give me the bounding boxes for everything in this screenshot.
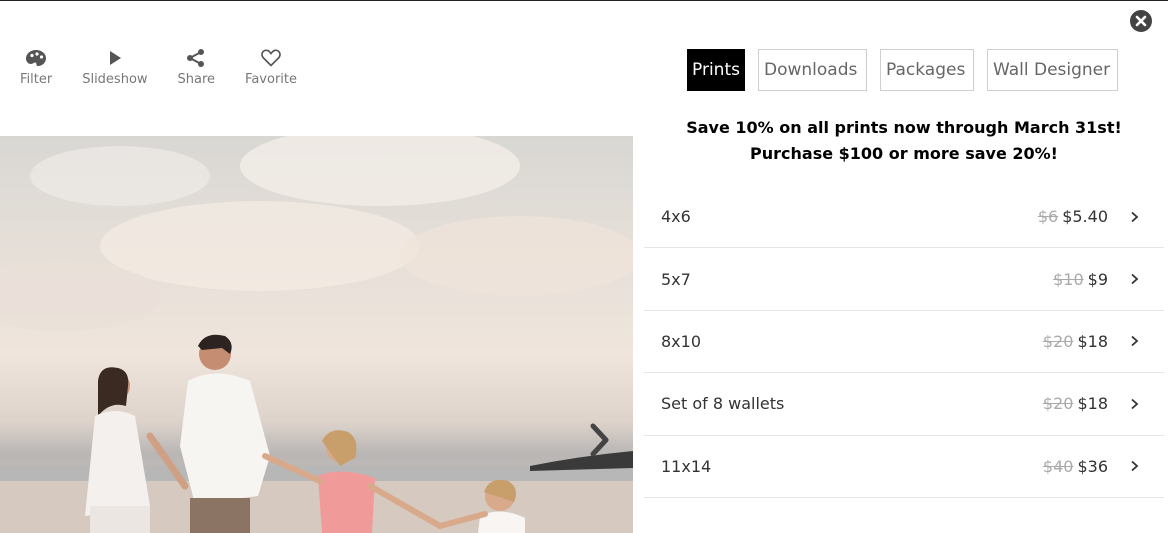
product-row-5x7[interactable]: 5x7 $10 $9 bbox=[644, 248, 1164, 311]
heart-icon bbox=[261, 48, 281, 68]
chevron-right-icon bbox=[1130, 335, 1142, 347]
favorite-label: Favorite bbox=[245, 72, 297, 87]
close-icon bbox=[1130, 10, 1152, 32]
filter-label: Filter bbox=[20, 72, 53, 87]
play-icon bbox=[108, 48, 122, 68]
sale-price: $18 bbox=[1077, 331, 1108, 351]
original-price: $20 bbox=[1042, 394, 1074, 414]
product-name: Set of 8 wallets bbox=[661, 394, 785, 414]
share-icon bbox=[186, 48, 206, 68]
sale-price: $5.40 bbox=[1062, 207, 1108, 227]
slideshow-button[interactable]: Slideshow bbox=[82, 48, 148, 87]
close-button[interactable] bbox=[1130, 10, 1152, 32]
palette-icon bbox=[25, 48, 47, 68]
promo-line-1: Save 10% on all prints now through March… bbox=[686, 118, 1122, 137]
sale-price: $18 bbox=[1077, 394, 1108, 414]
family-beach-photo bbox=[0, 136, 633, 533]
original-price: $40 bbox=[1042, 456, 1074, 476]
product-row-4x6[interactable]: 4x6 $6 $5.40 bbox=[644, 186, 1164, 249]
product-row-8x10[interactable]: 8x10 $20 $18 bbox=[644, 311, 1164, 374]
tab-packages[interactable]: Packages bbox=[880, 49, 974, 91]
original-price: $10 bbox=[1053, 269, 1084, 289]
product-row-wallets[interactable]: Set of 8 wallets $20 $18 bbox=[644, 373, 1164, 436]
product-name: 11x14 bbox=[661, 456, 712, 476]
sale-price: $36 bbox=[1077, 456, 1108, 476]
chevron-right-icon bbox=[1130, 211, 1142, 223]
product-name: 8x10 bbox=[661, 331, 702, 351]
product-name: 4x6 bbox=[661, 207, 691, 227]
favorite-button[interactable]: Favorite bbox=[245, 48, 297, 87]
filter-button[interactable]: Filter bbox=[20, 48, 52, 87]
sale-price: $9 bbox=[1087, 269, 1108, 289]
slideshow-label: Slideshow bbox=[82, 72, 148, 87]
tab-wall-designer[interactable]: Wall Designer bbox=[987, 49, 1118, 91]
product-row-11x14[interactable]: 11x14 $40 $36 bbox=[644, 436, 1164, 498]
chevron-right-icon bbox=[1130, 460, 1142, 472]
chevron-right-icon bbox=[590, 423, 609, 457]
chevron-right-icon bbox=[1130, 273, 1142, 285]
next-photo-arrow[interactable] bbox=[585, 420, 615, 460]
purchase-tabs: Prints Downloads Packages Wall Designer bbox=[687, 49, 1131, 91]
tab-downloads[interactable]: Downloads bbox=[758, 49, 867, 91]
product-list: 4x6 $6 $5.40 5x7 $10 $9 8x10 $20 $18 Set… bbox=[644, 186, 1164, 498]
original-price: $20 bbox=[1042, 331, 1074, 351]
chevron-right-icon bbox=[1130, 398, 1142, 410]
tab-prints[interactable]: Prints bbox=[687, 49, 745, 91]
top-border bbox=[0, 0, 1168, 1]
share-button[interactable]: Share bbox=[177, 48, 216, 87]
original-price: $6 bbox=[1037, 207, 1059, 227]
product-name: 5x7 bbox=[661, 269, 691, 289]
promo-line-2: Purchase $100 or more save 20%! bbox=[750, 144, 1058, 163]
share-label: Share bbox=[177, 72, 216, 87]
main-photo bbox=[0, 136, 633, 533]
photo-toolbar: Filter Slideshow Share Favorite bbox=[20, 48, 327, 87]
promo-banner: Save 10% on all prints now through March… bbox=[643, 115, 1165, 167]
